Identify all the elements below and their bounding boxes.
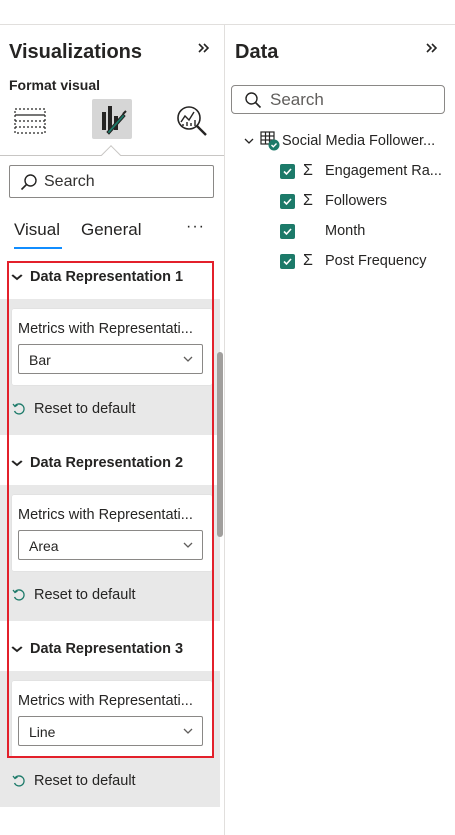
reset-to-default-button[interactable]: Reset to default xyxy=(12,401,136,417)
reset-icon xyxy=(12,775,25,787)
format-search-input[interactable] xyxy=(44,172,194,191)
metrics-card: Metrics with Representati... Area xyxy=(12,495,212,571)
active-mode-indicator xyxy=(101,145,121,165)
analytics-icon[interactable] xyxy=(172,101,212,141)
metrics-label: Metrics with Representati... xyxy=(18,321,193,337)
more-options-icon[interactable]: ··· xyxy=(186,218,205,236)
field-engagement-rate[interactable]: Σ Engagement Ra... xyxy=(280,159,455,183)
data-pane: Data Social Media Follower... Σ Engageme… xyxy=(226,25,455,835)
collapse-data-icon[interactable] xyxy=(426,41,438,59)
dropdown-value: Area xyxy=(29,538,59,554)
reset-to-default-button[interactable]: Reset to default xyxy=(12,773,136,789)
build-visual-icon[interactable] xyxy=(10,101,50,141)
chevron-down-icon xyxy=(183,356,193,362)
search-icon xyxy=(245,91,262,108)
chevron-down-icon xyxy=(11,270,23,284)
reset-to-default-button[interactable]: Reset to default xyxy=(12,587,136,603)
checkbox-checked-icon[interactable] xyxy=(280,163,295,179)
checkbox-checked-icon[interactable] xyxy=(280,253,295,269)
section-header-data-representation-3[interactable]: Data Representation 3 xyxy=(0,627,220,671)
data-title: Data xyxy=(235,41,279,63)
format-visual-icon[interactable] xyxy=(92,99,132,139)
checkbox-checked-icon[interactable] xyxy=(280,223,295,239)
section-header-data-representation-2[interactable]: Data Representation 2 xyxy=(0,441,220,485)
section-title: Data Representation 2 xyxy=(30,455,184,471)
field-name: Followers xyxy=(325,193,388,209)
checkbox-checked-icon[interactable] xyxy=(280,193,295,209)
reset-label: Reset to default xyxy=(34,587,136,603)
data-search-input[interactable] xyxy=(270,89,420,110)
chevron-down-icon xyxy=(244,138,254,144)
table-icon xyxy=(260,131,280,151)
sigma-icon: Σ xyxy=(303,192,313,209)
chevron-down-icon xyxy=(11,456,23,470)
field-name: Month xyxy=(325,223,366,239)
table-name: Social Media Follower... xyxy=(282,133,436,149)
reset-icon xyxy=(12,403,25,415)
visual-mode-icons xyxy=(0,97,224,145)
field-name: Engagement Ra... xyxy=(325,163,442,179)
representation-dropdown[interactable]: Bar xyxy=(18,344,203,374)
section-header-data-representation-1[interactable]: Data Representation 1 xyxy=(0,255,220,299)
tab-general[interactable]: General xyxy=(81,220,141,240)
reset-label: Reset to default xyxy=(34,773,136,789)
dropdown-value: Line xyxy=(29,724,56,740)
section-body-data-representation-1: Metrics with Representati... Bar Reset t… xyxy=(0,299,220,435)
sigma-icon: Σ xyxy=(303,252,313,269)
reset-label: Reset to default xyxy=(34,401,136,417)
metrics-label: Metrics with Representati... xyxy=(18,507,193,523)
format-visual-label: Format visual xyxy=(9,77,101,93)
metrics-card: Metrics with Representati... Line xyxy=(12,681,212,757)
chevron-down-icon xyxy=(183,542,193,548)
search-icon xyxy=(20,173,37,190)
visualizations-title: Visualizations xyxy=(9,41,143,63)
representation-dropdown[interactable]: Area xyxy=(18,530,203,560)
format-pane-scrollbar[interactable] xyxy=(217,352,223,537)
dropdown-value: Bar xyxy=(29,352,51,368)
reset-icon xyxy=(12,589,25,601)
chevron-down-icon xyxy=(11,642,23,656)
field-name: Post Frequency xyxy=(325,253,427,269)
metrics-card: Metrics with Representati... Bar xyxy=(12,309,212,385)
field-month[interactable]: Month xyxy=(280,219,455,243)
section-body-data-representation-2: Metrics with Representati... Area Reset … xyxy=(0,485,220,621)
field-post-frequency[interactable]: Σ Post Frequency xyxy=(280,249,455,273)
chevron-down-icon xyxy=(183,728,193,734)
section-title: Data Representation 1 xyxy=(30,269,184,285)
metrics-label: Metrics with Representati... xyxy=(18,693,193,709)
sigma-icon: Σ xyxy=(303,162,313,179)
collapse-visualizations-icon[interactable] xyxy=(198,41,210,59)
tab-visual[interactable]: Visual xyxy=(14,220,60,240)
section-body-data-representation-3: Metrics with Representati... Line Reset … xyxy=(0,671,220,807)
field-followers[interactable]: Σ Followers xyxy=(280,189,455,213)
data-search-box[interactable] xyxy=(231,85,445,114)
format-tabs: Visual General ··· xyxy=(14,218,214,250)
format-search-box[interactable] xyxy=(9,165,214,198)
section-title: Data Representation 3 xyxy=(30,641,184,657)
representation-dropdown[interactable]: Line xyxy=(18,716,203,746)
table-node[interactable]: Social Media Follower... xyxy=(244,129,454,153)
visualizations-pane: Visualizations Format visual Search Visu… xyxy=(0,25,225,835)
tab-selected-underline xyxy=(14,247,62,249)
